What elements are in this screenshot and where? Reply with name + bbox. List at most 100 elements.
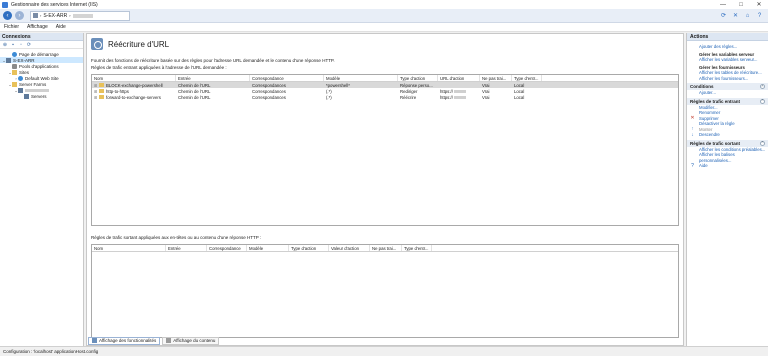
actions-panel: Actions Ajouter des règles... Gérer les v… [686,33,768,346]
minimize-button[interactable]: — [714,0,732,9]
action-label: Afficher les tables de réécriture... [699,70,762,75]
action-label: Monter [699,126,713,132]
page-title: Réécriture d'URL [108,39,170,49]
cell-text: Vrai [482,88,490,94]
save-icon[interactable]: ▪ [10,42,16,48]
back-icon[interactable]: ‹ [3,11,12,20]
column-header[interactable]: Entrée [176,75,250,81]
collapse-icon[interactable]: ⌃ [760,84,765,89]
tree-refresh-icon[interactable]: ⟳ [26,42,32,48]
column-header[interactable]: Modèle [247,245,289,251]
help-icon: ? [691,162,694,169]
breadcrumb-redacted [72,13,93,18]
column-header[interactable]: Nom [92,245,166,251]
action-label: Ajouter... [699,90,716,95]
help-icon[interactable]: ? [755,11,764,20]
column-header[interactable]: Ne pas trai... [480,75,512,81]
connections-header: Connexions [0,33,83,41]
action-label: Gérer les variables serveur [699,51,755,57]
rule-name-cell: ⊞ forward-to-exchange-servers [92,94,176,100]
actions-section-header[interactable]: Règles de trafic entrant ⌃ [687,97,768,105]
tree-item-label: Default Web Site [25,75,59,81]
column-header[interactable]: Modèle [324,75,398,81]
menu-view[interactable]: Affichage [23,24,52,30]
url-rewrite-icon [91,38,103,50]
column-header[interactable]: Entrée [166,245,207,251]
collapse-icon[interactable]: ⌃ [760,140,765,146]
close-button[interactable]: ✕ [750,0,768,9]
column-header[interactable]: URL d'action [438,75,480,81]
tree-item[interactable]: Servers [0,93,83,99]
action-label: Modifier... [699,104,718,110]
action-item[interactable]: Afficher les fournisseurs... [687,76,768,82]
action-label: Renommer [699,110,721,115]
tab-content-view[interactable]: Affichage du contenu [162,336,220,345]
table-cell: Local [512,94,542,100]
rule-folder-icon [99,95,104,99]
cell-text: Local [514,82,525,88]
action-label: Désactiver la règle [699,121,735,126]
table-cell: (.*) [324,94,398,100]
column-header[interactable]: Type d'entr... [512,75,542,81]
column-header[interactable]: Type d'entr... [402,245,432,251]
rule-name: http-to-https [106,88,129,94]
tab-features-view[interactable]: Affichage des fonctionnalités [88,336,161,345]
server-icon [33,13,38,18]
action-item[interactable]: ↓ Descendre [687,132,768,138]
tree-item-label: S-EX-ARR [13,57,35,63]
refresh-icon[interactable]: ⟳ [719,11,728,20]
cell-text: Réécrire [400,94,417,100]
outbound-rules-table[interactable]: Nom Entrée Correspondance Modèle Type d'acti… [91,244,679,338]
connect-icon[interactable]: ⊕ [2,42,8,48]
column-header[interactable]: Ne pas trai... [370,245,402,251]
tab-features-view-label: Affichage des fonctionnalités [99,338,157,343]
forward-icon[interactable]: › [15,11,24,20]
action-label: Afficher les balises personnalisées... [699,152,735,163]
expand-icon[interactable]: ⊞ [94,89,97,94]
cell-text: Rediriger [400,88,418,94]
expand-icon[interactable]: ⊞ [94,95,97,100]
expand-icon[interactable]: ⊞ [94,83,97,88]
breadcrumb[interactable]: › S-EX-ARR › [30,10,130,21]
menu-help[interactable]: Aide [52,24,70,30]
maximize-button[interactable]: □ [732,0,750,9]
action-item[interactable]: Ajouter des règles... [687,44,768,50]
action-item[interactable]: Afficher les balises personnalisées... [687,152,768,163]
table-cell: Chemin de l'URL [176,94,250,100]
breadcrumb-server[interactable]: S-EX-ARR [43,13,67,19]
menu-file[interactable]: Fichier [0,24,23,30]
table-cell: Réécrire [398,94,438,100]
action-label: Afficher les variables serveur... [699,57,758,62]
section-title: Règles de trafic entrant [690,98,741,104]
server-icon [24,93,29,99]
home-icon[interactable]: ⌂ [743,11,752,20]
cell-text: Correspondances [252,94,286,100]
collapse-icon[interactable]: ⌃ [760,98,765,104]
view-tabs: Affichage des fonctionnalités Affichage … [86,336,684,345]
action-label: Afficher les fournisseurs... [699,75,749,81]
inbound-rules-label: Règles de trafic entrant appliquées à l'… [91,65,227,70]
cell-text: *powershell* [326,82,350,88]
actions-section-header[interactable]: Règles de trafic sortant ⌃ [687,139,768,147]
inbound-rules-table[interactable]: Nom Entrée Correspondance Modèle Type d'acti… [91,74,679,226]
column-header[interactable]: Nom [92,75,176,81]
column-header[interactable]: Type d'action [398,75,438,81]
cell-text: Correspondances [252,88,286,94]
stop-icon[interactable]: ✕ [731,11,740,20]
action-item[interactable]: Ajouter... [687,90,768,96]
table-row[interactable]: ⊞ forward-to-exchange-servers Chemin de l'… [92,94,678,100]
actions-header: Actions [687,33,768,41]
column-header[interactable]: Valeur d'action [329,245,370,251]
column-header[interactable]: Correspondance [207,245,247,251]
action-item[interactable]: Afficher les variables serveur... [687,57,768,63]
column-header[interactable]: Correspondance [250,75,324,81]
cell-text: Vrai [482,82,490,88]
disconnect-icon[interactable]: ▫ [18,42,24,48]
section-title: Règles de trafic sortant [690,140,741,146]
cell-text: Vrai [482,94,490,100]
action-item[interactable]: ? Aide [687,163,768,169]
actions-section-header[interactable]: Conditions ⌃ [687,83,768,90]
status-bar: Configuration : 'localhost' applicationH… [0,346,768,356]
column-header[interactable]: Type d'action [289,245,329,251]
server-icon [18,87,23,93]
